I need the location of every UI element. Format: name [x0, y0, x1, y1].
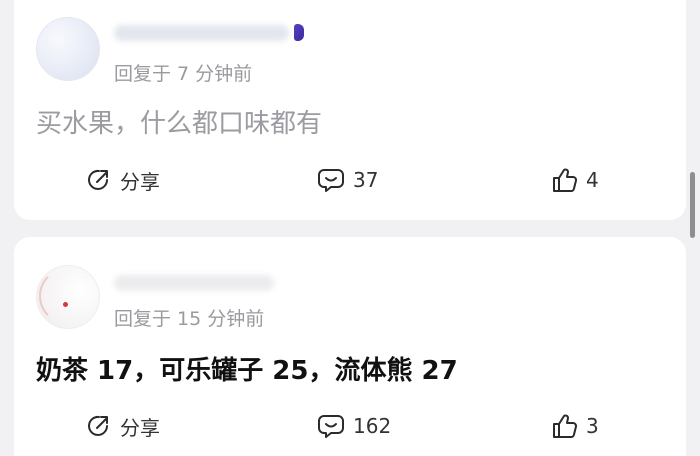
- comment-icon: [317, 413, 345, 439]
- like-button[interactable]: 3: [552, 411, 599, 441]
- share-icon: [86, 413, 112, 439]
- thumbs-up-icon: [552, 167, 578, 193]
- comment-text: 买水果，什么都口味都有: [36, 109, 323, 139]
- reply-time: 回复于 15 分钟前: [114, 308, 265, 330]
- share-button[interactable]: 分享: [86, 411, 160, 441]
- comment-count: 162: [353, 414, 392, 438]
- share-label: 分享: [120, 415, 160, 440]
- like-count: 3: [586, 414, 599, 438]
- comment-card: 回复于 15 分钟前 奶茶 17，可乐罐子 25，流体熊 27 分享 162 3: [14, 237, 686, 456]
- comment-text: 奶茶 17，可乐罐子 25，流体熊 27: [36, 356, 458, 386]
- avatar[interactable]: [36, 17, 100, 81]
- username-blurred[interactable]: [114, 275, 274, 291]
- comment-card: 回复于 7 分钟前 买水果，什么都口味都有 分享 37 4: [14, 0, 686, 220]
- username-blurred[interactable]: [114, 25, 289, 41]
- comment-button[interactable]: 162: [317, 411, 391, 441]
- scrollbar[interactable]: [690, 172, 695, 238]
- share-button[interactable]: 分享: [86, 165, 160, 195]
- share-icon: [86, 167, 112, 193]
- comment-count: 37: [353, 168, 379, 192]
- comment-actions: 分享 162 3: [14, 411, 686, 441]
- reply-time: 回复于 7 分钟前: [114, 63, 253, 85]
- like-count: 4: [586, 168, 599, 192]
- comment-button[interactable]: 37: [317, 165, 378, 195]
- user-badge-icon: [294, 24, 304, 41]
- thumbs-up-icon: [552, 413, 578, 439]
- comment-feed: 回复于 7 分钟前 买水果，什么都口味都有 分享 37 4 回复于 15 分钟前…: [0, 0, 700, 456]
- comment-icon: [317, 167, 345, 193]
- avatar[interactable]: [36, 265, 100, 329]
- like-button[interactable]: 4: [552, 165, 599, 195]
- comment-actions: 分享 37 4: [14, 165, 686, 195]
- share-label: 分享: [120, 169, 160, 194]
